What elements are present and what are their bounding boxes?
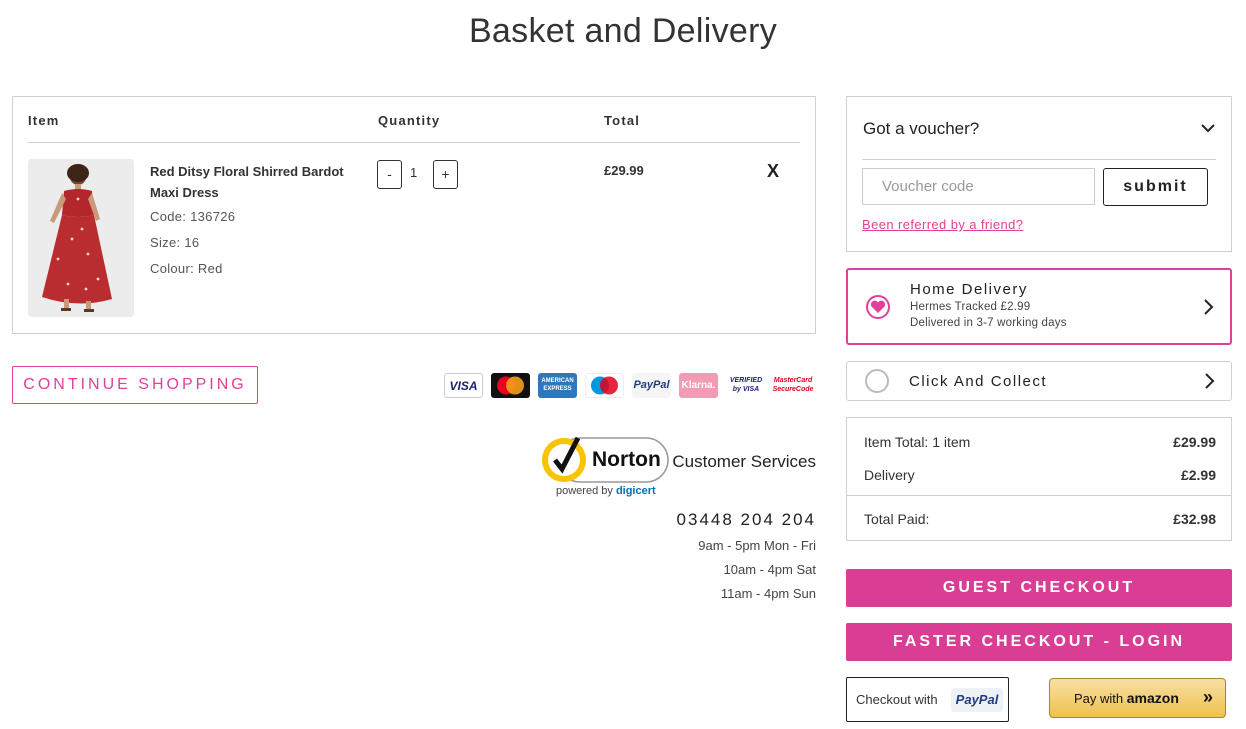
product-name[interactable]: Red Ditsy Floral Shirred Bardot Maxi Dre… [150,161,350,203]
item-total-label: Item Total: 1 item [864,434,971,450]
home-delivery-option[interactable]: Home Delivery Hermes Tracked £2.99 Deliv… [846,268,1232,345]
verified-by-visa-icon: VERIFIED by VISA [726,373,766,398]
basket-table: Item Quantity Total Red Ditsy Floral Shi… [12,96,816,334]
product-code: Code: 136726 [150,209,236,224]
product-image[interactable] [28,159,134,317]
guest-checkout-button[interactable]: GUEST CHECKOUT [846,569,1232,607]
voucher-code-input[interactable] [862,168,1095,205]
maestro-icon [585,373,624,398]
norton-brand: Norton [592,448,661,471]
amazon-pay-text: Pay with [1074,691,1127,706]
column-header-item: Item [28,113,60,128]
paypal-label: PayPal [633,379,670,391]
amex-label: AMERICAN EXPRESS [541,378,574,392]
voucher-title[interactable]: Got a voucher? [863,119,979,139]
home-delivery-detail: Delivered in 3-7 working days [910,317,1067,329]
column-header-total: Total [604,113,641,128]
payment-icons: VISA AMERICAN EXPRESS PayPal Klarna. VER… [444,373,816,399]
maestro-circles-icon [591,376,618,395]
norton-badge: Norton powered by digicert [540,432,680,500]
customer-services-label: Customer Services [672,452,816,471]
norton-powered-by: powered by digicert [556,485,656,497]
home-delivery-radio[interactable] [866,295,890,319]
divider [862,159,1216,160]
home-delivery-subtitle: Hermes Tracked £2.99 [910,301,1031,313]
securecode-label: MasterCard SecureCode [772,377,814,393]
amex-icon: AMERICAN EXPRESS [538,373,577,398]
paypal-logo: PayPal [951,688,1003,712]
divider [847,495,1231,496]
total-paid-label: Total Paid: [864,511,930,527]
chevron-right-icon [1204,299,1214,315]
visa-label: VISA [449,379,478,393]
quantity-value: 1 [410,165,418,180]
double-chevron-icon: » [1202,687,1213,707]
paypal-icon: PayPal [632,373,671,398]
item-total-row: Item Total: 1 item £29.99 [864,434,1216,450]
norton-powered-by-text: powered by [556,485,613,497]
opening-hours-saturday: 10am - 4pm Sat [723,562,817,577]
delivery-label: Delivery [864,467,915,483]
total-paid-value: £32.98 [1173,511,1216,527]
opening-hours-weekday: 9am - 5pm Mon - Fri [698,538,816,553]
dress-image-icon [28,159,134,317]
page-title: Basket and Delivery [468,12,778,50]
quantity-increase-button[interactable]: + [433,160,458,189]
klarna-label: Klarna. [681,380,716,391]
delivery-row: Delivery £2.99 [864,467,1216,483]
voucher-panel: Got a voucher? submit Been referred by a… [846,96,1232,252]
login-checkout-button[interactable]: FASTER CHECKOUT - LOGIN [846,623,1232,661]
referral-link[interactable]: Been referred by a friend? [862,217,1023,232]
opening-hours-sunday: 11am - 4pm Sun [720,586,816,601]
product-colour: Colour: Red [150,261,223,276]
amazon-brand: amazon [1126,690,1179,706]
quantity-decrease-button[interactable]: - [377,160,402,189]
customer-services-phone[interactable]: 03448 204 204 [677,510,816,530]
amazon-pay-button[interactable]: Pay with amazon » [1049,678,1226,718]
amazon-pay-label: Pay with amazon [1074,690,1179,706]
delivery-value: £2.99 [1180,467,1216,483]
digicert-brand: digicert [615,485,656,497]
item-total-value: £29.99 [1173,434,1216,450]
continue-shopping-button[interactable]: CONTINUE SHOPPING [12,366,258,404]
paypal-checkout-button[interactable]: Checkout with PayPal [846,677,1009,722]
paypal-checkout-label: Checkout with [856,692,938,707]
click-and-collect-radio[interactable] [865,369,889,393]
click-and-collect-option[interactable]: Click And Collect [846,361,1232,401]
order-summary: Item Total: 1 item £29.99 Delivery £2.99… [846,417,1232,541]
mastercard-securecode-icon: MasterCard SecureCode [772,373,814,398]
line-total: £29.99 [604,163,644,178]
heart-icon [870,300,886,313]
mastercard-circles-icon [497,376,524,395]
klarna-icon: Klarna. [679,373,718,398]
product-size: Size: 16 [150,235,200,250]
verified-by-visa-label: VERIFIED by VISA [729,377,763,393]
home-delivery-title: Home Delivery [910,281,1028,298]
click-and-collect-title: Click And Collect [909,373,1048,390]
remove-item-button[interactable]: X [767,161,779,182]
total-paid-row: Total Paid: £32.98 [864,511,1216,527]
chevron-right-icon [1205,373,1215,389]
chevron-down-icon[interactable] [1201,121,1215,135]
voucher-submit-button[interactable]: submit [1103,168,1208,206]
basket-header: Item Quantity Total [28,97,800,143]
mastercard-icon [491,373,530,398]
column-header-quantity: Quantity [378,113,441,128]
visa-icon: VISA [444,373,483,398]
